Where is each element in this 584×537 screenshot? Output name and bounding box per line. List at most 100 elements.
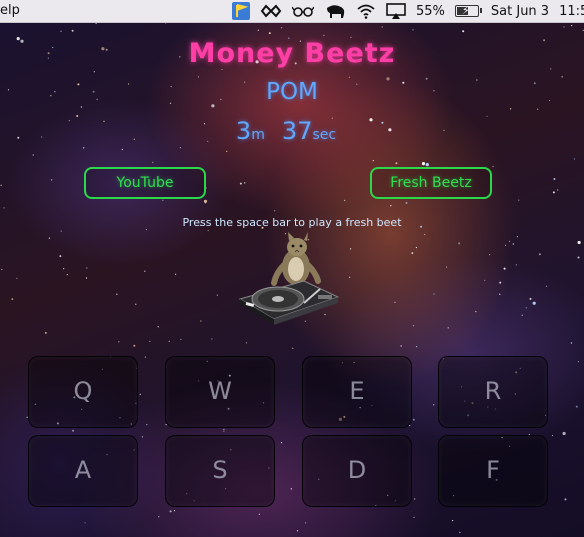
star <box>484 279 486 281</box>
star <box>211 338 213 340</box>
timer-minutes-unit: m <box>251 127 265 143</box>
star <box>537 108 539 110</box>
star <box>577 256 580 259</box>
battery-icon[interactable]: ⚡ <box>454 4 482 17</box>
star <box>280 442 283 444</box>
star <box>525 307 527 309</box>
star <box>516 236 519 238</box>
star <box>3 207 5 209</box>
star <box>118 341 120 343</box>
star <box>157 326 159 328</box>
star <box>146 424 148 426</box>
star <box>144 356 146 358</box>
elephant-icon[interactable] <box>324 2 346 20</box>
star <box>512 243 514 245</box>
star <box>158 516 160 518</box>
star <box>390 205 392 207</box>
star <box>86 267 88 269</box>
star <box>121 148 123 151</box>
star <box>16 277 18 279</box>
youtube-button[interactable]: YouTube <box>84 167 206 199</box>
star <box>570 342 573 344</box>
star <box>85 277 88 279</box>
timer-minutes: 3 <box>235 117 252 145</box>
star <box>421 162 426 166</box>
dj-cat-image <box>238 232 340 325</box>
star <box>165 23 167 24</box>
star <box>552 191 555 194</box>
menubar-time[interactable]: 11:54 A <box>559 4 584 19</box>
star <box>416 346 418 348</box>
star <box>349 276 351 278</box>
star <box>424 233 426 236</box>
star <box>553 178 556 180</box>
star <box>412 29 414 31</box>
star <box>216 294 218 296</box>
pad-s[interactable]: S <box>165 435 275 507</box>
star <box>447 327 449 329</box>
star <box>499 281 502 284</box>
flag-app-icon[interactable] <box>232 2 250 20</box>
star <box>116 293 118 295</box>
star <box>63 268 65 270</box>
battery-percent: 55% <box>416 3 445 19</box>
star <box>44 331 47 334</box>
star <box>348 76 350 78</box>
star <box>409 424 411 427</box>
star <box>1 268 3 271</box>
pad-w[interactable]: W <box>165 356 275 428</box>
star <box>508 240 511 242</box>
star <box>268 32 271 35</box>
star <box>179 147 181 149</box>
star <box>458 242 461 245</box>
star <box>521 314 523 316</box>
pad-e[interactable]: E <box>302 356 412 428</box>
star <box>433 404 435 406</box>
star <box>245 342 248 344</box>
star <box>532 301 536 305</box>
star <box>564 498 567 501</box>
star <box>551 434 554 437</box>
star <box>518 199 520 201</box>
star <box>141 436 143 438</box>
pad-a[interactable]: A <box>28 435 138 507</box>
link-icon[interactable] <box>260 2 282 20</box>
app-title: Money Beetz <box>188 38 396 69</box>
wifi-icon[interactable] <box>356 2 376 20</box>
star <box>395 162 398 165</box>
pad-q[interactable]: Q <box>28 356 138 428</box>
star <box>414 498 416 500</box>
star <box>60 230 62 232</box>
airplay-icon[interactable] <box>386 2 406 20</box>
star <box>344 199 346 201</box>
pad-r[interactable]: R <box>438 356 548 428</box>
star <box>200 320 202 322</box>
star <box>573 158 576 160</box>
menu-bar: elp 55% ⚡ Sat Jun 3 11:54 A <box>0 0 584 23</box>
star <box>133 344 136 347</box>
star <box>168 340 170 342</box>
spacebar-hint: Press the space bar to play a fresh beet <box>182 216 402 229</box>
star <box>203 199 208 203</box>
star <box>446 266 448 268</box>
star <box>372 160 374 162</box>
star <box>433 293 435 295</box>
star <box>405 201 408 204</box>
pad-d[interactable]: D <box>302 435 412 507</box>
star <box>503 267 506 270</box>
star <box>462 30 465 33</box>
fresh-beetz-button[interactable]: Fresh Beetz <box>370 167 492 199</box>
star <box>545 285 548 287</box>
glasses-icon[interactable] <box>291 2 315 20</box>
star <box>504 244 507 246</box>
menubar-date[interactable]: Sat Jun 3 <box>491 4 549 19</box>
help-menu[interactable]: elp <box>0 3 20 18</box>
star <box>400 345 402 347</box>
star <box>144 270 146 272</box>
star <box>244 182 246 184</box>
star <box>197 76 200 78</box>
star <box>51 179 53 181</box>
star <box>223 428 225 431</box>
star <box>0 184 2 186</box>
pad-f[interactable]: F <box>438 435 548 507</box>
